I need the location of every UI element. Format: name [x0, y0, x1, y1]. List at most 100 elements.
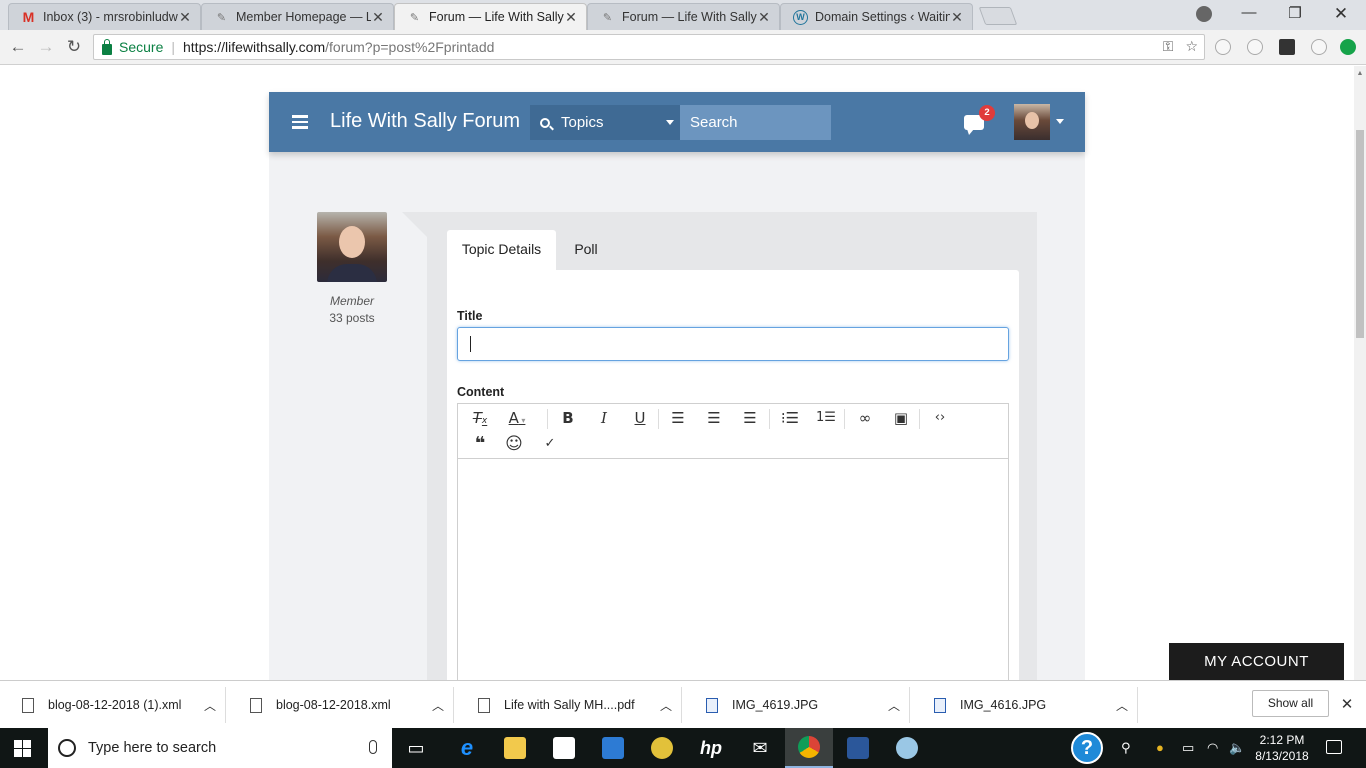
taskbar-search-box[interactable]: Type here to search: [48, 728, 392, 768]
search-input[interactable]: [680, 105, 831, 140]
hamburger-menu-icon[interactable]: [292, 115, 308, 129]
system-clock[interactable]: 2:12 PM 8/13/2018: [1254, 732, 1310, 764]
blockquote-icon[interactable]: ❝: [468, 432, 492, 456]
new-topic-panel: Topic Details Poll Title Content Tx A ▾ …: [427, 212, 1037, 680]
scroll-thumb[interactable]: [1356, 130, 1364, 338]
scroll-up-icon[interactable]: ▲: [1354, 68, 1366, 80]
word-icon[interactable]: [834, 728, 882, 768]
download-item[interactable]: IMG_4616.JPG ︿: [912, 687, 1138, 723]
text-cursor: [470, 336, 471, 352]
chrome-icon[interactable]: [785, 728, 833, 768]
show-all-downloads-button[interactable]: Show all: [1252, 690, 1329, 717]
close-icon[interactable]: ✕: [371, 9, 385, 26]
app-minion-icon[interactable]: [638, 728, 686, 768]
windows-start-icon[interactable]: [14, 740, 31, 757]
extension-upload-icon[interactable]: [1340, 39, 1356, 55]
topic-form: Title Content Tx A ▾ B I U ☰ ☰ ☰ ⁝☰ 1☰ ∞…: [447, 270, 1019, 680]
download-item[interactable]: blog-08-12-2018 (1).xml ︿: [0, 687, 226, 723]
search-icon: [540, 117, 550, 128]
forward-icon[interactable]: →: [35, 36, 57, 58]
link-icon[interactable]: ∞: [853, 406, 877, 430]
italic-icon[interactable]: I: [592, 406, 616, 430]
microphone-icon[interactable]: [369, 740, 377, 754]
chevron-up-icon[interactable]: ︿: [423, 697, 453, 714]
battery-icon[interactable]: ▭: [1182, 740, 1194, 756]
my-account-button[interactable]: MY ACCOUNT: [1169, 643, 1344, 680]
bold-icon[interactable]: B: [556, 406, 580, 430]
help-icon[interactable]: ?: [1071, 732, 1103, 764]
app-rocket-icon[interactable]: [589, 728, 637, 768]
bullet-list-icon[interactable]: ⁝☰: [778, 406, 802, 430]
clear-formatting-icon[interactable]: Tx: [468, 406, 492, 430]
numbered-list-icon[interactable]: 1☰: [814, 406, 838, 430]
notification-badge: 2: [979, 105, 995, 121]
close-icon[interactable]: ✕: [178, 9, 192, 26]
chevron-up-icon[interactable]: ︿: [651, 697, 681, 714]
restore-icon[interactable]: ❐: [1272, 4, 1318, 24]
mail-icon[interactable]: ✉: [736, 728, 784, 768]
tray-app-icon[interactable]: ●: [1156, 740, 1164, 755]
file-explorer-icon[interactable]: [491, 728, 539, 768]
download-item[interactable]: blog-08-12-2018.xml ︿: [228, 687, 454, 723]
chevron-down-icon[interactable]: [1056, 119, 1064, 124]
bookmark-star-icon[interactable]: ☆: [1185, 38, 1198, 55]
volume-icon[interactable]: 🔈: [1229, 740, 1245, 756]
browser-tab-gmail[interactable]: M Inbox (3) - mrsrobinludwi ✕: [8, 3, 201, 30]
chevron-up-icon[interactable]: ︿: [879, 697, 909, 714]
lock-icon: [102, 38, 112, 55]
key-icon[interactable]: ⚿: [1163, 38, 1174, 55]
user-avatar[interactable]: [1014, 104, 1050, 140]
extension-power-icon[interactable]: [1311, 39, 1327, 55]
extension-check-icon[interactable]: [1279, 39, 1295, 55]
cortana-icon: [58, 739, 76, 757]
download-item[interactable]: IMG_4619.JPG ︿: [684, 687, 910, 723]
window-close-icon[interactable]: ✕: [1318, 4, 1364, 24]
paint-icon[interactable]: [883, 728, 931, 768]
chevron-up-icon[interactable]: ︿: [195, 697, 225, 714]
align-left-icon[interactable]: ☰: [666, 406, 690, 430]
wordpress-icon: W: [793, 9, 808, 25]
tab-poll[interactable]: Poll: [562, 230, 610, 270]
extension-zoom-icon[interactable]: [1215, 39, 1231, 55]
hp-icon[interactable]: hp: [687, 728, 735, 768]
title-input[interactable]: [457, 327, 1009, 361]
edge-icon[interactable]: e: [443, 728, 491, 768]
people-icon[interactable]: ⚲: [1121, 740, 1131, 756]
tab-topic-details[interactable]: Topic Details: [447, 230, 556, 270]
close-icon[interactable]: ✕: [1339, 695, 1355, 713]
close-icon[interactable]: ✕: [757, 9, 771, 26]
wifi-icon[interactable]: ◠: [1207, 740, 1218, 756]
reload-icon[interactable]: ↻: [63, 36, 85, 58]
content-editor[interactable]: Tx A ▾ B I U ☰ ☰ ☰ ⁝☰ 1☰ ∞ ▣ ‹› ❝ ☺ ✓: [457, 403, 1009, 680]
align-center-icon[interactable]: ☰: [702, 406, 726, 430]
text-color-icon[interactable]: A ▾: [504, 406, 530, 430]
download-item[interactable]: Life with Sally MH....pdf ︿: [456, 687, 682, 723]
chevron-up-icon[interactable]: ︿: [1107, 697, 1137, 714]
action-center-icon[interactable]: [1326, 740, 1342, 754]
underline-icon[interactable]: U: [628, 406, 652, 430]
minimize-icon[interactable]: —: [1226, 4, 1272, 24]
extension-search-icon[interactable]: [1247, 39, 1263, 55]
forum-title[interactable]: Life With Sally Forum: [330, 110, 520, 133]
browser-tab-forum-active[interactable]: ✎ Forum — Life With Sally ✕: [394, 3, 587, 30]
back-icon[interactable]: ←: [7, 36, 29, 58]
browser-tab-member-homepage[interactable]: ✎ Member Homepage — Li ✕: [201, 3, 394, 30]
browser-tab-forum[interactable]: ✎ Forum — Life With Sally ✕: [587, 3, 780, 30]
browser-tab-domain-settings[interactable]: W Domain Settings ‹ Waitin ✕: [780, 3, 973, 30]
code-icon[interactable]: ‹›: [928, 406, 952, 430]
emoji-icon[interactable]: ☺: [502, 432, 526, 456]
file-icon: [250, 697, 262, 713]
profile-icon[interactable]: [1196, 6, 1212, 22]
close-icon[interactable]: ✕: [564, 9, 578, 26]
page-icon: ✎: [216, 11, 227, 24]
new-tab-button[interactable]: [978, 7, 1018, 25]
spellcheck-icon[interactable]: ✓: [538, 432, 562, 456]
image-icon[interactable]: ▣: [889, 406, 913, 430]
address-bar[interactable]: Secure | https://lifewithsally.com /foru…: [93, 34, 1205, 60]
topics-dropdown[interactable]: Topics: [530, 105, 680, 140]
page-scrollbar[interactable]: ▲: [1354, 66, 1366, 680]
close-icon[interactable]: ✕: [950, 9, 964, 26]
store-icon[interactable]: [540, 728, 588, 768]
task-view-icon[interactable]: ▭: [392, 728, 440, 768]
align-right-icon[interactable]: ☰: [738, 406, 762, 430]
